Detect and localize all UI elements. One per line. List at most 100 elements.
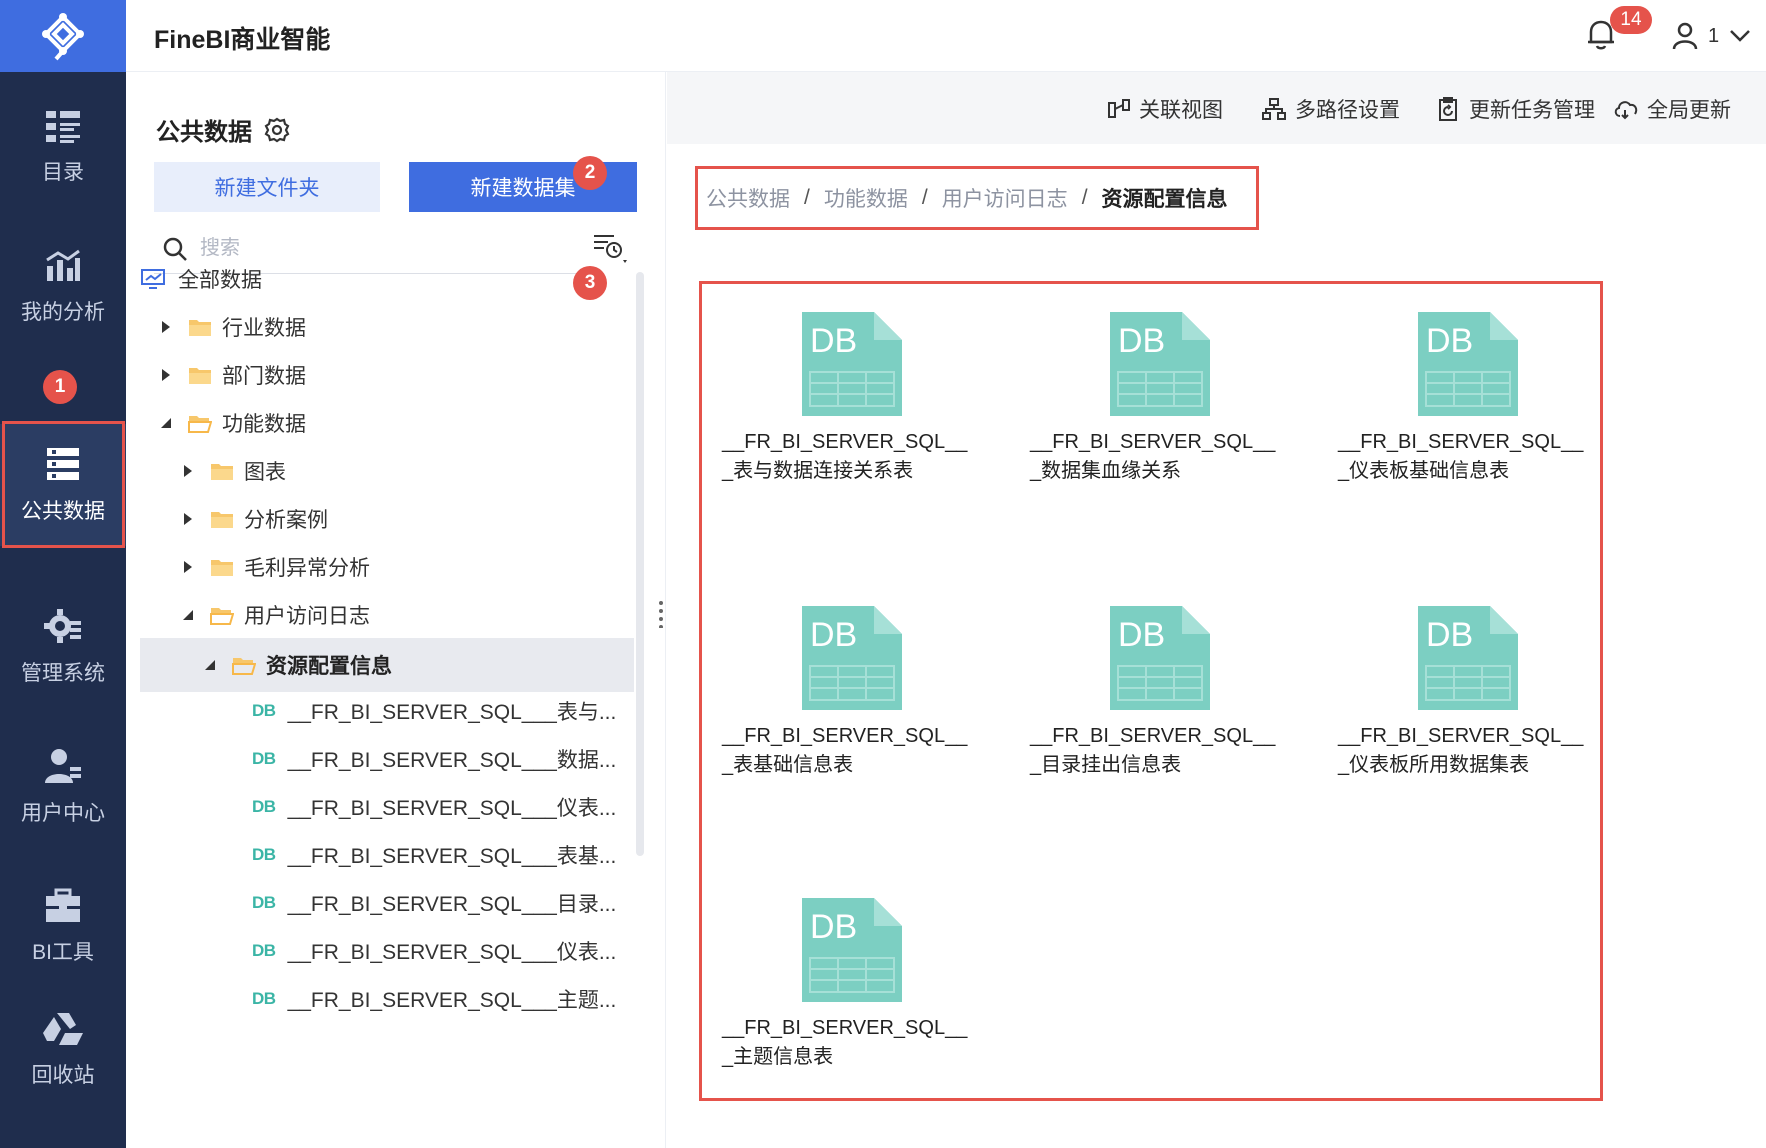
breadcrumb: 公共数据 / 功能数据 / 用户访问日志 / 资源配置信息 bbox=[695, 166, 1259, 230]
tree-label: __FR_BI_SERVER_SQL___表基... bbox=[287, 845, 617, 868]
dataset-card[interactable]: DB __FR_BI_SERVER_SQL__ _目录挂出信息表 bbox=[1030, 606, 1290, 796]
nav-item-catalog[interactable]: 目录 bbox=[0, 82, 126, 212]
dataset-card[interactable]: DB __FR_BI_SERVER_SQL__ _数据集血缘关系 bbox=[1030, 312, 1290, 502]
breadcrumb-item[interactable]: 用户访问日志 bbox=[942, 183, 1068, 213]
multi-path-label: 多路径设置 bbox=[1295, 99, 1400, 122]
caret-right-icon[interactable] bbox=[158, 368, 174, 382]
breadcrumb-separator: / bbox=[921, 186, 928, 209]
tree-item-table[interactable]: DB __FR_BI_SERVER_SQL___数据... bbox=[140, 732, 634, 786]
dataset-card[interactable]: DB __FR_BI_SERVER_SQL__ _表基础信息表 bbox=[722, 606, 982, 796]
gear-icon[interactable] bbox=[264, 117, 290, 143]
relation-view-button[interactable]: 关联视图 bbox=[1107, 94, 1223, 124]
recycle-icon bbox=[43, 1013, 83, 1045]
card-label-line: __FR_BI_SERVER_SQL__ bbox=[1338, 725, 1584, 747]
dataset-card-label: __FR_BI_SERVER_SQL__ _目录挂出信息表 bbox=[1030, 722, 1290, 780]
dataset-card-label: __FR_BI_SERVER_SQL__ _表与数据连接关系表 bbox=[722, 428, 982, 486]
card-label-line: __FR_BI_SERVER_SQL__ bbox=[1030, 431, 1276, 453]
dataset-card[interactable]: DB __FR_BI_SERVER_SQL__ _主题信息表 bbox=[722, 898, 982, 1088]
panel-title: 公共数据 bbox=[156, 112, 290, 147]
app-logo[interactable] bbox=[0, 0, 126, 72]
tree-item-analysis-cases[interactable]: 分析案例 bbox=[140, 492, 634, 546]
tree-item-table[interactable]: DB __FR_BI_SERVER_SQL___主题... bbox=[140, 972, 634, 1026]
nav-item-user-center[interactable]: 用户中心 bbox=[0, 722, 126, 852]
db-file-icon: DB bbox=[1418, 606, 1518, 710]
tree-label: 全部数据 bbox=[178, 269, 262, 292]
notification-badge: 14 bbox=[1610, 6, 1652, 34]
caret-down-icon[interactable] bbox=[202, 659, 218, 671]
tree-item-table[interactable]: DB __FR_BI_SERVER_SQL___表基... bbox=[140, 828, 634, 882]
nav-item-my-analysis[interactable]: 我的分析 bbox=[0, 222, 126, 352]
caret-down-icon[interactable] bbox=[180, 609, 196, 621]
dataset-card[interactable]: DB __FR_BI_SERVER_SQL__ _表与数据连接关系表 bbox=[722, 312, 982, 502]
tree-label: 图表 bbox=[244, 461, 286, 484]
global-update-button[interactable]: 全局更新 bbox=[1613, 94, 1731, 124]
tree-item-charts[interactable]: 图表 bbox=[140, 444, 634, 498]
tree-item-user-access-log[interactable]: 用户访问日志 bbox=[140, 588, 634, 642]
tree-item-table[interactable]: DB __FR_BI_SERVER_SQL___仪表... bbox=[140, 780, 634, 834]
card-label-line: _主题信息表 bbox=[722, 1046, 834, 1068]
caret-right-icon[interactable] bbox=[158, 320, 174, 334]
nav-item-bi-tool[interactable]: BI工具 bbox=[0, 862, 126, 992]
tree-item-table[interactable]: DB __FR_BI_SERVER_SQL___表与... bbox=[140, 684, 634, 738]
tree-label: __FR_BI_SERVER_SQL___数据... bbox=[287, 749, 617, 772]
caret-down-icon[interactable] bbox=[158, 417, 174, 429]
tree-item-industry[interactable]: 行业数据 bbox=[140, 300, 634, 354]
tree-item-table[interactable]: DB __FR_BI_SERVER_SQL___仪表... bbox=[140, 924, 634, 978]
dataset-card[interactable]: DB __FR_BI_SERVER_SQL__ _仪表板基础信息表 bbox=[1338, 312, 1598, 502]
tree-label: __FR_BI_SERVER_SQL___目录... bbox=[287, 893, 617, 916]
svg-text:DB: DB bbox=[1426, 616, 1473, 654]
nav-label-manage-system: 管理系统 bbox=[21, 662, 105, 685]
card-label-line: _数据集血缘关系 bbox=[1030, 460, 1182, 482]
tree-item-table[interactable]: DB __FR_BI_SERVER_SQL___目录... bbox=[140, 876, 634, 930]
update-task-label: 更新任务管理 bbox=[1469, 99, 1595, 122]
breadcrumb-separator: / bbox=[1081, 186, 1088, 209]
tree-scrollbar[interactable] bbox=[636, 272, 644, 856]
breadcrumb-item[interactable]: 功能数据 bbox=[824, 183, 908, 213]
multi-path-button[interactable]: 多路径设置 bbox=[1261, 94, 1400, 124]
caret-right-icon[interactable] bbox=[180, 464, 196, 478]
tree-item-gross-margin[interactable]: 毛利异常分析 bbox=[140, 540, 634, 594]
db-icon: DB bbox=[252, 749, 276, 768]
dataset-grid: DB __FR_BI_SERVER_SQL__ _表与数据连接关系表 DB __… bbox=[699, 281, 1603, 1101]
tree-label: 毛利异常分析 bbox=[244, 557, 370, 580]
breadcrumb-current: 资源配置信息 bbox=[1101, 188, 1228, 211]
user-menu[interactable]: 1 bbox=[1672, 22, 1751, 50]
dataset-card[interactable]: DB __FR_BI_SERVER_SQL__ _仪表板所用数据集表 bbox=[1338, 606, 1598, 796]
tree-label: __FR_BI_SERVER_SQL___仪表... bbox=[287, 797, 617, 820]
new-folder-button[interactable]: 新建文件夹 bbox=[154, 162, 380, 212]
db-file-icon: DB bbox=[1418, 312, 1518, 416]
global-update-label: 全局更新 bbox=[1647, 99, 1731, 122]
tree-label: 资源配置信息 bbox=[266, 655, 392, 678]
tree-label: 用户访问日志 bbox=[244, 605, 370, 628]
dataset-card-label: __FR_BI_SERVER_SQL__ _仪表板所用数据集表 bbox=[1338, 722, 1598, 780]
caret-right-icon[interactable] bbox=[180, 560, 196, 574]
folder-icon bbox=[210, 509, 234, 529]
nav-rail: 目录 我的分析 1 公共数据 管理系统 用户中心 BI工具 回收站 bbox=[0, 0, 126, 1148]
tree-item-department[interactable]: 部门数据 bbox=[140, 348, 634, 402]
svg-text:DB: DB bbox=[1426, 322, 1473, 360]
tree-item-all-data[interactable]: 全部数据 bbox=[140, 252, 634, 306]
cloud-refresh-icon bbox=[1614, 101, 1638, 120]
manage-system-icon bbox=[44, 609, 81, 643]
breadcrumb-item[interactable]: 公共数据 bbox=[706, 183, 790, 213]
card-label-line: __FR_BI_SERVER_SQL__ bbox=[722, 725, 968, 747]
nav-item-public-data[interactable]: 公共数据 bbox=[0, 424, 126, 546]
user-center-icon bbox=[45, 749, 81, 783]
dataset-card-label: __FR_BI_SERVER_SQL__ _数据集血缘关系 bbox=[1030, 428, 1290, 486]
nav-item-recycle[interactable]: 回收站 bbox=[0, 990, 126, 1110]
dataset-card-label: __FR_BI_SERVER_SQL__ _主题信息表 bbox=[722, 1014, 982, 1072]
user-icon bbox=[1672, 22, 1698, 50]
clipboard-refresh-icon bbox=[1439, 97, 1457, 121]
update-task-button[interactable]: 更新任务管理 bbox=[1437, 94, 1595, 124]
bi-tool-icon bbox=[46, 888, 80, 922]
db-icon: DB bbox=[252, 701, 276, 720]
folder-icon bbox=[188, 317, 212, 337]
card-label-line: __FR_BI_SERVER_SQL__ bbox=[722, 1017, 968, 1039]
card-label-line: _仪表板基础信息表 bbox=[1338, 460, 1510, 482]
tree-item-function[interactable]: 功能数据 bbox=[140, 396, 634, 450]
nav-label-recycle: 回收站 bbox=[31, 1064, 95, 1087]
user-name: 1 bbox=[1708, 24, 1720, 47]
panel-title-text: 公共数据 bbox=[156, 119, 252, 146]
caret-right-icon[interactable] bbox=[180, 512, 196, 526]
nav-item-manage-system[interactable]: 管理系统 bbox=[0, 582, 126, 712]
